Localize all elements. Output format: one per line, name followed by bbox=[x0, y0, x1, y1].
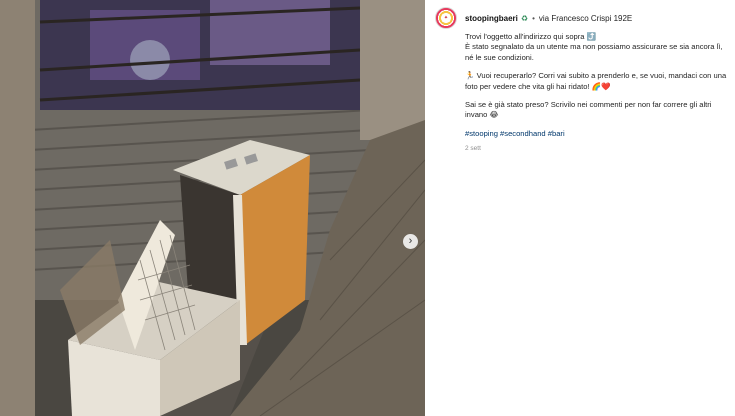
username-link[interactable]: stoopingbaeri bbox=[465, 14, 518, 23]
chevron-right-icon: › bbox=[408, 235, 413, 247]
caption-line: È stato segnalato da un utente ma non po… bbox=[465, 42, 723, 62]
separator-dot: • bbox=[532, 13, 535, 23]
caption-line: Trovi l'oggetto all'indirizzo qui sopra … bbox=[465, 32, 597, 41]
location-link[interactable]: via Francesco Crispi 192E bbox=[539, 14, 632, 23]
post-caption: Trovi l'oggetto all'indirizzo qui sopra … bbox=[465, 32, 727, 139]
caption-line: 🏃 Vuoi recuperarlo? Corri vai subito a p… bbox=[465, 71, 727, 91]
avatar[interactable]: ✦ bbox=[435, 7, 457, 29]
post-photo[interactable]: › bbox=[0, 0, 425, 416]
post-header: ✦ stoopingbaeri ♻ • via Francesco Crispi… bbox=[435, 7, 727, 29]
recycle-icon: ♻ bbox=[520, 13, 529, 23]
caption-line: Sai se è già stato preso? Scrivilo nei c… bbox=[465, 100, 712, 120]
hashtags[interactable]: #stooping #secondhand #bari bbox=[465, 129, 727, 139]
post-sidebar: ✦ stoopingbaeri ♻ • via Francesco Crispi… bbox=[425, 0, 735, 416]
street-photo-illustration bbox=[0, 0, 425, 416]
instagram-post: › ✦ stoopingbaeri ♻ • via Francesco Cris… bbox=[0, 0, 735, 416]
next-photo-button[interactable]: › bbox=[403, 234, 418, 249]
post-timestamp[interactable]: 2 sett bbox=[465, 145, 727, 152]
